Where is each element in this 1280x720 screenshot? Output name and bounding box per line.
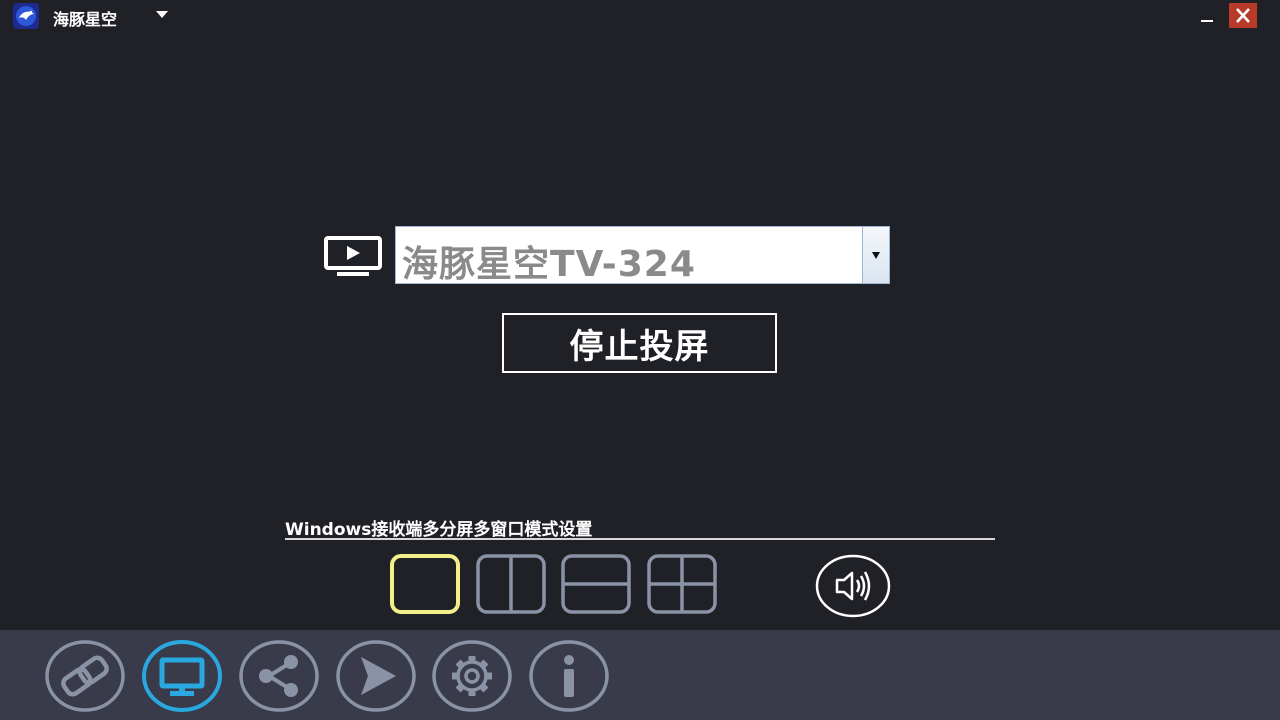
close-icon: [1236, 8, 1250, 23]
nav-settings-button[interactable]: [432, 640, 512, 712]
nav-info-button[interactable]: [529, 640, 609, 712]
nav-send-button[interactable]: [336, 640, 416, 712]
layout-single-button[interactable]: [389, 553, 461, 615]
section-divider: [285, 538, 995, 540]
layout-split-vertical-button[interactable]: [475, 553, 547, 615]
minimize-button[interactable]: [1194, 4, 1220, 26]
title-menu-dropdown-icon[interactable]: [155, 8, 169, 20]
nav-link-button[interactable]: [45, 640, 125, 712]
tv-cast-icon: [324, 236, 382, 276]
chevron-down-icon: [872, 252, 880, 259]
speaker-volume-button[interactable]: [815, 554, 891, 618]
stop-casting-button[interactable]: 停止投屏: [502, 313, 777, 373]
app-title: 海豚星空: [53, 10, 118, 29]
device-select-arrow-button[interactable]: [862, 227, 889, 283]
device-select[interactable]: 海豚星空TV-324: [395, 226, 890, 285]
layout-split-horizontal-button[interactable]: [560, 553, 632, 615]
device-select-value: 海豚星空TV-324: [402, 244, 696, 285]
app-logo-icon: [13, 3, 39, 29]
multiwindow-mode-label: Windows接收端多分屏多窗口模式设置: [285, 520, 593, 540]
close-button[interactable]: [1229, 3, 1257, 28]
nav-share-button[interactable]: [239, 640, 319, 712]
nav-screen-cast-button[interactable]: [142, 640, 222, 712]
layout-quad-button[interactable]: [646, 553, 718, 615]
